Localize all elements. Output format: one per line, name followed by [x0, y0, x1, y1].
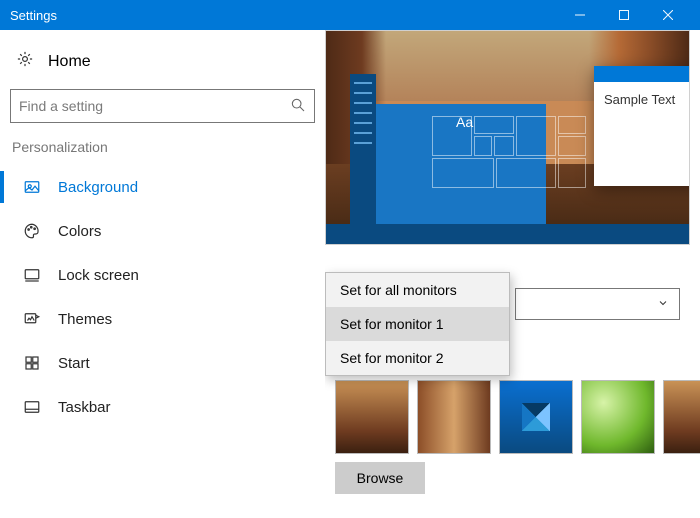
background-dropdown[interactable] — [515, 288, 680, 320]
sidebar: Home Personalization Background — [0, 30, 325, 518]
preview-sample-window: Sample Text — [594, 66, 690, 186]
ctx-set-all[interactable]: Set for all monitors — [326, 273, 509, 307]
ctx-set-monitor-1[interactable]: Set for monitor 1 — [326, 307, 509, 341]
themes-icon — [22, 310, 42, 328]
home-label: Home — [48, 53, 91, 71]
nav-label: Themes — [58, 311, 112, 328]
thumbnail-1[interactable] — [335, 380, 409, 454]
nav-label: Taskbar — [58, 399, 111, 416]
sample-text: Sample Text — [594, 82, 690, 117]
settings-window: Settings Home — [0, 0, 700, 518]
thumbnail-5[interactable] — [663, 380, 700, 454]
nav-taskbar[interactable]: Taskbar — [10, 385, 315, 429]
chevron-down-icon — [657, 296, 669, 312]
nav-colors[interactable]: Colors — [10, 209, 315, 253]
nav-background[interactable]: Background — [10, 165, 315, 209]
thumbnail-3[interactable] — [499, 380, 573, 454]
nav-label: Colors — [58, 223, 101, 240]
maximize-button[interactable] — [602, 0, 646, 30]
nav-themes[interactable]: Themes — [10, 297, 315, 341]
picture-icon — [22, 178, 42, 196]
start-icon — [22, 354, 42, 372]
gear-icon — [16, 50, 34, 73]
picture-thumbnails — [335, 380, 700, 454]
window-title: Settings — [10, 8, 558, 23]
search-box[interactable] — [10, 89, 315, 123]
close-button[interactable] — [646, 0, 690, 30]
search-icon — [290, 97, 306, 116]
nav-label: Lock screen — [58, 267, 139, 284]
minimize-button[interactable] — [558, 0, 602, 30]
content-area: Aa — [325, 30, 700, 518]
home-nav[interactable]: Home — [10, 44, 315, 85]
ctx-set-monitor-2[interactable]: Set for monitor 2 — [326, 341, 509, 375]
lockscreen-icon — [22, 266, 42, 284]
nav-start[interactable]: Start — [10, 341, 315, 385]
nav-label: Start — [58, 355, 90, 372]
taskbar-icon — [22, 398, 42, 416]
thumbnail-2[interactable] — [417, 380, 491, 454]
category-label: Personalization — [10, 133, 315, 165]
nav-label: Background — [58, 179, 138, 196]
search-input[interactable] — [19, 98, 290, 114]
context-menu: Set for all monitors Set for monitor 1 S… — [325, 272, 510, 376]
nav-lockscreen[interactable]: Lock screen — [10, 253, 315, 297]
browse-button[interactable]: Browse — [335, 462, 425, 494]
desktop-preview: Aa — [325, 30, 690, 245]
titlebar: Settings — [0, 0, 700, 30]
palette-icon — [22, 222, 42, 240]
thumbnail-4[interactable] — [581, 380, 655, 454]
